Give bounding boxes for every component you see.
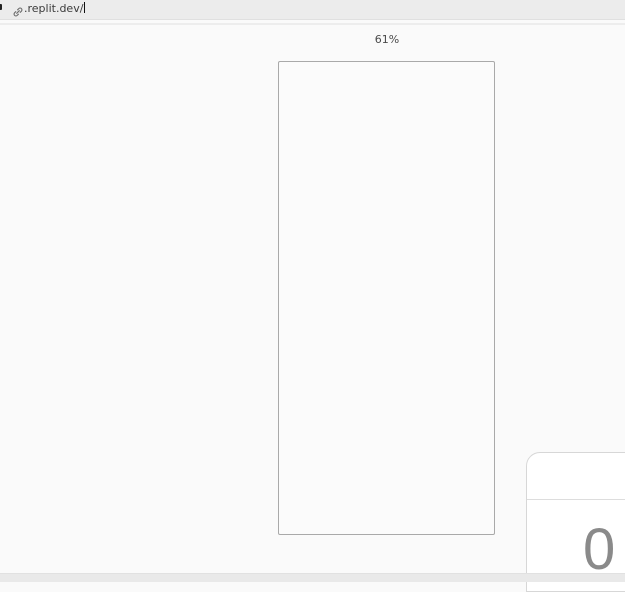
device-preview-frame[interactable] bbox=[278, 61, 495, 535]
link-icon bbox=[12, 3, 24, 17]
url-text[interactable]: .replit.dev/ bbox=[24, 2, 86, 16]
panel-divider bbox=[527, 499, 625, 500]
browser-edge-icon bbox=[0, 4, 2, 10]
toolbar-divider bbox=[0, 23, 625, 25]
url-value: .replit.dev/ bbox=[24, 2, 84, 15]
zoom-level-label: 61% bbox=[374, 33, 400, 46]
text-caret bbox=[84, 2, 86, 13]
panel-value: 0 bbox=[583, 517, 616, 582]
address-bar[interactable]: .replit.dev/ bbox=[0, 0, 625, 20]
overlay-panel: 0 bbox=[526, 452, 625, 592]
